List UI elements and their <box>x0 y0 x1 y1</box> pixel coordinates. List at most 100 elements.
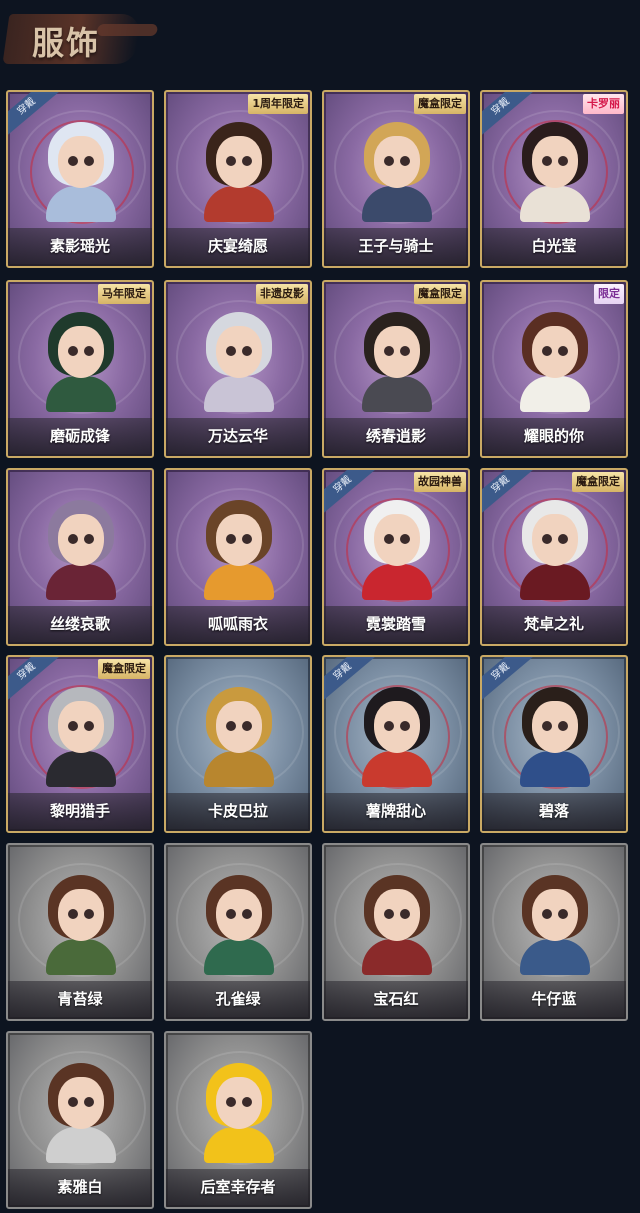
costume-card[interactable]: 牛仔蓝 <box>480 843 628 1021</box>
costume-card[interactable]: 磨砺成锋 马年限定 <box>6 280 154 458</box>
portrait-outfit <box>46 186 116 222</box>
character-portrait <box>200 1063 278 1163</box>
costume-card[interactable]: 孔雀绿 <box>164 843 312 1021</box>
portrait-face <box>532 701 578 753</box>
character-portrait <box>42 687 120 787</box>
limited-tag: 魔盒限定 <box>414 94 466 114</box>
portrait-eye <box>400 721 410 731</box>
portrait-eye <box>400 909 410 919</box>
character-portrait <box>200 122 278 222</box>
portrait-eye <box>84 534 94 544</box>
costume-card[interactable]: 薯牌甜心 穿戴 <box>322 655 470 833</box>
costume-name: 呱呱雨衣 <box>207 615 268 633</box>
portrait-face <box>58 701 104 753</box>
costume-card[interactable]: 素雅白 <box>6 1031 154 1209</box>
portrait-eye <box>558 721 568 731</box>
portrait-face <box>216 1077 262 1129</box>
costume-card[interactable]: 耀眼的你 限定 <box>480 280 628 458</box>
portrait-eye <box>226 1097 236 1107</box>
portrait-face <box>58 514 104 566</box>
costume-card[interactable]: 白光莹 穿戴 卡罗丽 <box>480 90 628 268</box>
character-portrait <box>516 687 594 787</box>
costume-name: 万达云华 <box>207 427 268 445</box>
portrait-face <box>216 889 262 941</box>
costume-name: 碧落 <box>538 802 569 820</box>
portrait-outfit <box>362 751 432 787</box>
portrait-face <box>374 889 420 941</box>
costume-card[interactable]: 呱呱雨衣 <box>164 468 312 646</box>
costume-name: 黎明猎手 <box>49 802 110 820</box>
portrait-face <box>374 514 420 566</box>
character-portrait <box>200 312 278 412</box>
portrait-eye <box>384 721 394 731</box>
costume-card[interactable]: 青苔绿 <box>6 843 154 1021</box>
portrait-eye <box>542 156 552 166</box>
portrait-eye <box>400 346 410 356</box>
character-portrait <box>358 122 436 222</box>
portrait-face <box>532 514 578 566</box>
portrait-outfit <box>204 186 274 222</box>
character-portrait <box>42 122 120 222</box>
portrait-outfit <box>204 751 274 787</box>
portrait-eye <box>384 909 394 919</box>
portrait-eye <box>226 534 236 544</box>
costume-grid: 素影瑶光 穿戴 庆宴绮愿 1周年限定 王子与骑士 魔盒限定 白光莹 穿戴 卡罗丽磨砺成锋 马年限定… <box>0 0 640 1213</box>
character-portrait <box>42 500 120 600</box>
limited-tag: 马年限定 <box>98 284 150 304</box>
character-portrait <box>42 875 120 975</box>
limited-tag: 卡罗丽 <box>583 94 624 114</box>
costume-card[interactable]: 碧落 穿戴 <box>480 655 628 833</box>
portrait-outfit <box>46 564 116 600</box>
portrait-face <box>216 701 262 753</box>
portrait-outfit <box>362 376 432 412</box>
portrait-eye <box>542 909 552 919</box>
portrait-outfit <box>520 564 590 600</box>
portrait-eye <box>542 346 552 356</box>
character-portrait <box>516 875 594 975</box>
limited-tag: 故园神兽 <box>414 472 466 492</box>
character-portrait <box>42 1063 120 1163</box>
portrait-eye <box>384 346 394 356</box>
portrait-eye <box>242 346 252 356</box>
portrait-face <box>374 136 420 188</box>
costume-card[interactable]: 王子与骑士 魔盒限定 <box>322 90 470 268</box>
character-portrait <box>358 500 436 600</box>
limited-tag: 魔盒限定 <box>572 472 624 492</box>
character-portrait <box>42 312 120 412</box>
costume-card[interactable]: 丝缕哀歌 <box>6 468 154 646</box>
costume-card[interactable]: 绣春逍影 魔盒限定 <box>322 280 470 458</box>
limited-tag: 1周年限定 <box>248 94 308 114</box>
portrait-eye <box>242 1097 252 1107</box>
costume-card[interactable]: 宝石红 <box>322 843 470 1021</box>
costume-card[interactable]: 卡皮巴拉 <box>164 655 312 833</box>
limited-tag: 限定 <box>594 284 624 304</box>
costume-name: 磨砺成锋 <box>49 427 110 445</box>
portrait-face <box>216 326 262 378</box>
costume-card[interactable]: 梵卓之礼 穿戴 魔盒限定 <box>480 468 628 646</box>
costume-card[interactable]: 万达云华 非遗皮影 <box>164 280 312 458</box>
costume-card[interactable]: 素影瑶光 穿戴 <box>6 90 154 268</box>
portrait-outfit <box>362 939 432 975</box>
portrait-outfit <box>362 564 432 600</box>
costume-card[interactable]: 霓裳踏雪 穿戴 故园神兽 <box>322 468 470 646</box>
portrait-eye <box>542 534 552 544</box>
portrait-outfit <box>46 376 116 412</box>
costume-name: 耀眼的你 <box>523 427 584 445</box>
character-portrait <box>358 687 436 787</box>
portrait-eye <box>384 156 394 166</box>
costume-name: 丝缕哀歌 <box>49 615 110 633</box>
portrait-eye <box>400 534 410 544</box>
portrait-face <box>532 136 578 188</box>
portrait-face <box>374 701 420 753</box>
portrait-outfit <box>46 939 116 975</box>
costume-name: 霓裳踏雪 <box>365 615 426 633</box>
portrait-outfit <box>520 186 590 222</box>
portrait-eye <box>84 156 94 166</box>
costume-name: 薯牌甜心 <box>365 802 426 820</box>
costume-card[interactable]: 庆宴绮愿 1周年限定 <box>164 90 312 268</box>
costume-card[interactable]: 后室幸存者 <box>164 1031 312 1209</box>
portrait-eye <box>558 346 568 356</box>
costume-card[interactable]: 黎明猎手 穿戴 魔盒限定 <box>6 655 154 833</box>
character-portrait <box>516 312 594 412</box>
character-portrait <box>358 312 436 412</box>
